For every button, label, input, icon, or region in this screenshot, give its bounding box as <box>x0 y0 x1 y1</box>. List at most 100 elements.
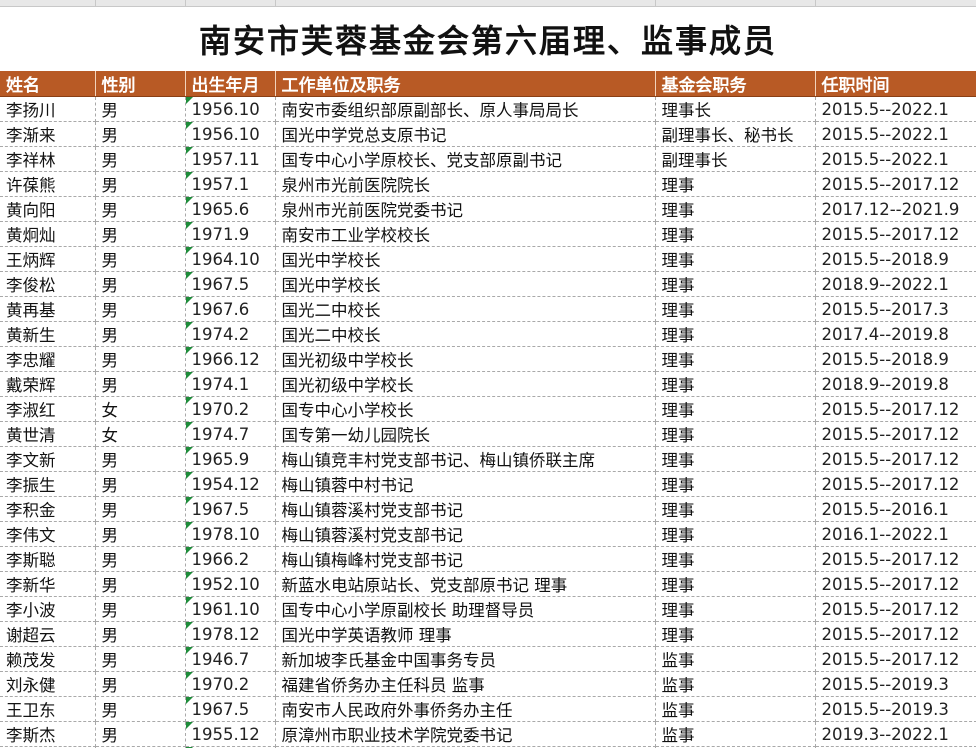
cell-birth[interactable]: 1956.10 <box>185 96 276 122</box>
cell-term[interactable]: 2015.5--2017.12 <box>815 596 976 622</box>
cell-birth[interactable]: 1978.10 <box>185 521 276 547</box>
cell-name[interactable]: 许葆熊 <box>0 171 96 197</box>
cell-gender[interactable]: 男 <box>95 571 186 597</box>
cell-workplace[interactable]: 梅山镇梅峰村党支部书记 <box>275 546 656 572</box>
cell-name[interactable]: 黄再基 <box>0 296 96 322</box>
cell-workplace[interactable]: 国光二中校长 <box>275 296 656 322</box>
cell-term[interactable]: 2015.5--2017.12 <box>815 471 976 497</box>
cell-role[interactable]: 副理事长、秘书长 <box>655 121 816 147</box>
cell-birth[interactable]: 1974.1 <box>185 371 276 397</box>
cell-workplace[interactable]: 南安市委组织部原副部长、原人事局局长 <box>275 96 656 122</box>
cell-birth[interactable]: 1966.12 <box>185 346 276 372</box>
cell-gender[interactable]: 男 <box>95 171 186 197</box>
column-divider[interactable] <box>275 0 276 6</box>
cell-workplace[interactable]: 国光中学党总支原书记 <box>275 121 656 147</box>
header-role[interactable]: 基金会职务 <box>655 71 816 97</box>
column-divider[interactable] <box>95 0 96 6</box>
cell-birth[interactable]: 1970.2 <box>185 396 276 422</box>
cell-name[interactable]: 刘永健 <box>0 671 96 697</box>
cell-birth[interactable]: 1954.12 <box>185 471 276 497</box>
cell-term[interactable]: 2015.5--2017.12 <box>815 571 976 597</box>
cell-name[interactable]: 李忠耀 <box>0 346 96 372</box>
cell-gender[interactable]: 男 <box>95 246 186 272</box>
cell-name[interactable]: 黄世清 <box>0 421 96 447</box>
cell-name[interactable]: 李伟文 <box>0 521 96 547</box>
cell-gender[interactable]: 女 <box>95 396 186 422</box>
cell-gender[interactable]: 男 <box>95 446 186 472</box>
cell-name[interactable]: 李渐来 <box>0 121 96 147</box>
cell-name[interactable]: 李祥林 <box>0 146 96 172</box>
cell-gender[interactable]: 男 <box>95 596 186 622</box>
cell-name[interactable]: 黄炯灿 <box>0 221 96 247</box>
title-cell[interactable]: 南安市芙蓉基金会第六届理、监事成员 <box>0 7 976 71</box>
cell-gender[interactable]: 男 <box>95 671 186 697</box>
cell-term[interactable]: 2015.5--2017.12 <box>815 171 976 197</box>
cell-term[interactable]: 2015.5--2017.12 <box>815 546 976 572</box>
cell-birth[interactable]: 1978.12 <box>185 621 276 647</box>
cell-role[interactable]: 理事 <box>655 596 816 622</box>
cell-gender[interactable]: 男 <box>95 621 186 647</box>
cell-workplace[interactable]: 新蓝水电站原站长、党支部原书记 理事 <box>275 571 656 597</box>
cell-term[interactable]: 2015.5--2018.9 <box>815 346 976 372</box>
cell-term[interactable]: 2018.9--2022.1 <box>815 271 976 297</box>
cell-gender[interactable]: 男 <box>95 646 186 672</box>
cell-workplace[interactable]: 国光中学校长 <box>275 271 656 297</box>
cell-name[interactable]: 戴荣辉 <box>0 371 96 397</box>
cell-term[interactable]: 2015.5--2017.12 <box>815 446 976 472</box>
cell-workplace[interactable]: 国专中心小学原校长、党支部原副书记 <box>275 146 656 172</box>
cell-gender[interactable]: 男 <box>95 296 186 322</box>
cell-birth[interactable]: 1946.7 <box>185 646 276 672</box>
cell-birth[interactable]: 1952.10 <box>185 571 276 597</box>
cell-birth[interactable]: 1957.11 <box>185 146 276 172</box>
cell-birth[interactable]: 1967.5 <box>185 271 276 297</box>
cell-term[interactable]: 2015.5--2016.1 <box>815 496 976 522</box>
cell-term[interactable]: 2015.5--2022.1 <box>815 146 976 172</box>
cell-gender[interactable]: 男 <box>95 321 186 347</box>
cell-term[interactable]: 2015.5--2022.1 <box>815 96 976 122</box>
cell-name[interactable]: 黄向阳 <box>0 196 96 222</box>
cell-birth[interactable]: 1967.5 <box>185 696 276 722</box>
cell-workplace[interactable]: 南安市人民政府外事侨务办主任 <box>275 696 656 722</box>
cell-role[interactable]: 理事 <box>655 246 816 272</box>
cell-name[interactable]: 谢超云 <box>0 621 96 647</box>
cell-birth[interactable]: 1965.6 <box>185 196 276 222</box>
cell-name[interactable]: 李俊松 <box>0 271 96 297</box>
cell-workplace[interactable]: 国专中心小学校长 <box>275 396 656 422</box>
cell-birth[interactable]: 1955.12 <box>185 721 276 747</box>
cell-term[interactable]: 2015.5--2017.12 <box>815 621 976 647</box>
cell-workplace[interactable]: 国光二中校长 <box>275 321 656 347</box>
cell-role[interactable]: 副理事长 <box>655 146 816 172</box>
cell-term[interactable]: 2017.12--2021.9 <box>815 196 976 222</box>
cell-name[interactable]: 李斯聪 <box>0 546 96 572</box>
cell-gender[interactable]: 男 <box>95 496 186 522</box>
cell-birth[interactable]: 1974.2 <box>185 321 276 347</box>
cell-role[interactable]: 理事 <box>655 546 816 572</box>
cell-role[interactable]: 理事长 <box>655 96 816 122</box>
cell-role[interactable]: 理事 <box>655 171 816 197</box>
cell-term[interactable]: 2015.5--2017.12 <box>815 396 976 422</box>
cell-role[interactable]: 理事 <box>655 471 816 497</box>
cell-workplace[interactable]: 国专中心小学原副校长 助理督导员 <box>275 596 656 622</box>
column-divider[interactable] <box>185 0 186 6</box>
cell-role[interactable]: 理事 <box>655 446 816 472</box>
cell-role[interactable]: 理事 <box>655 496 816 522</box>
cell-role[interactable]: 理事 <box>655 521 816 547</box>
cell-gender[interactable]: 男 <box>95 196 186 222</box>
cell-name[interactable]: 李振生 <box>0 471 96 497</box>
cell-name[interactable]: 李新华 <box>0 571 96 597</box>
cell-name[interactable]: 王卫东 <box>0 696 96 722</box>
cell-name[interactable]: 李积金 <box>0 496 96 522</box>
column-header-strip[interactable] <box>0 0 976 7</box>
cell-name[interactable]: 王炳辉 <box>0 246 96 272</box>
cell-role[interactable]: 理事 <box>655 396 816 422</box>
cell-workplace[interactable]: 福建省侨务办主任科员 监事 <box>275 671 656 697</box>
cell-gender[interactable]: 男 <box>95 546 186 572</box>
cell-role[interactable]: 理事 <box>655 571 816 597</box>
column-divider[interactable] <box>815 0 816 6</box>
cell-term[interactable]: 2019.3--2022.1 <box>815 721 976 747</box>
cell-term[interactable]: 2015.5--2017.3 <box>815 296 976 322</box>
cell-term[interactable]: 2015.5--2022.1 <box>815 121 976 147</box>
cell-term[interactable]: 2015.5--2017.12 <box>815 421 976 447</box>
cell-name[interactable]: 李文新 <box>0 446 96 472</box>
cell-role[interactable]: 理事 <box>655 271 816 297</box>
